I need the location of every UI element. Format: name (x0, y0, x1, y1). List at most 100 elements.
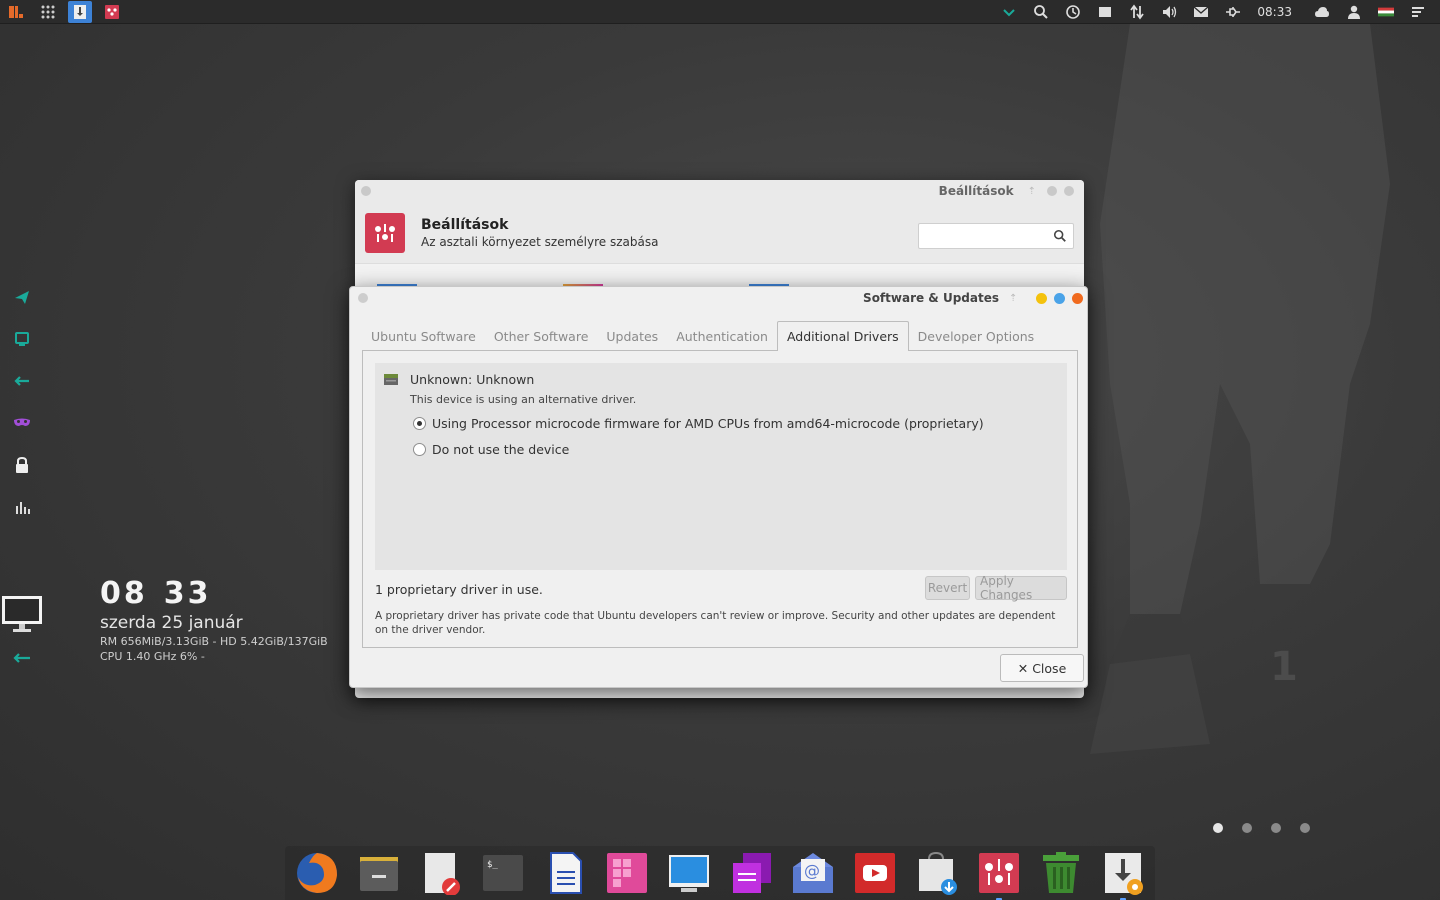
history-icon[interactable] (1061, 1, 1085, 23)
software-updater-task-icon[interactable] (68, 0, 92, 23)
radio-checked[interactable] (413, 417, 426, 430)
mask-icon[interactable] (6, 402, 38, 444)
workspace-4[interactable] (1300, 823, 1310, 833)
files-icon[interactable] (357, 851, 401, 895)
notes-icon[interactable] (729, 851, 773, 895)
conky-cpu: CPU 1.40 GHz 6% - (100, 650, 205, 663)
panel-clock[interactable]: 08:33 (1257, 5, 1292, 19)
terminal-icon[interactable]: $_ (481, 851, 525, 895)
mail-icon[interactable] (1189, 1, 1213, 23)
chip-icon (384, 374, 398, 385)
software-updates-window: Software & Updates ⇡ Ubuntu Software Oth… (349, 286, 1088, 688)
additional-drivers-panel: Unknown: Unknown This device is using an… (362, 350, 1078, 648)
screen-icon[interactable] (6, 318, 38, 360)
airplane-mode-icon[interactable] (6, 276, 38, 318)
settings-task-icon[interactable] (100, 1, 124, 23)
tab-ubuntu-software[interactable]: Ubuntu Software (362, 321, 485, 351)
maximize-icon[interactable] (1064, 186, 1074, 196)
cloud-icon[interactable] (1310, 1, 1334, 23)
close-icon: ✕ (1017, 660, 1029, 676)
top-panel: 08:33 (0, 0, 1440, 24)
wallpaper-figure: 1 (1070, 24, 1430, 804)
tab-developer-options[interactable]: Developer Options (909, 321, 1044, 351)
tab-other-software[interactable]: Other Software (485, 321, 598, 351)
driver-option-do-not-use[interactable]: Do not use the device (413, 442, 569, 457)
conky-widget: 08 33 szerda 25 január RM 656MiB/3.13GiB… (100, 576, 328, 663)
workspace-1[interactable] (1213, 823, 1223, 833)
pin-icon[interactable]: ⇡ (1028, 186, 1036, 197)
svg-text:1: 1 (1270, 644, 1298, 690)
stats-icon[interactable] (6, 486, 38, 528)
monitor-icon[interactable] (0, 594, 44, 634)
firefox-icon[interactable] (295, 851, 339, 895)
text-editor-icon[interactable] (419, 851, 463, 895)
conky-minutes: 33 (163, 576, 212, 611)
back-arrow-icon[interactable] (12, 648, 32, 668)
conky-time: 08 33 (100, 576, 328, 611)
driver-list: Unknown: Unknown This device is using an… (375, 363, 1067, 570)
software-updates-title: Software & Updates (863, 291, 999, 305)
settings-search-input[interactable] (918, 222, 1074, 249)
keyboard-layout-flag-icon[interactable] (1374, 1, 1398, 23)
window-menu-icon[interactable] (358, 293, 368, 303)
settings-titlebar[interactable]: Beállítások ⇡ (355, 180, 1084, 202)
store-icon[interactable] (915, 851, 959, 895)
settings-header: Beállítások Az asztali környezet személy… (355, 202, 1084, 264)
svg-text:@: @ (804, 861, 820, 880)
app-grid-icon[interactable] (36, 1, 60, 23)
tab-additional-drivers[interactable]: Additional Drivers (776, 321, 909, 351)
device-row: Unknown: Unknown (383, 371, 534, 387)
driver-option-label: Using Processor microcode firmware for A… (432, 416, 984, 431)
tab-bar: Ubuntu Software Other Software Updates A… (362, 321, 1043, 351)
minimize-icon[interactable] (1047, 186, 1057, 196)
driver-status: 1 proprietary driver in use. (375, 582, 543, 597)
close-button-label: Close (1032, 660, 1067, 676)
pin-icon[interactable]: ⇡ (1009, 293, 1019, 304)
tab-authentication[interactable]: Authentication (667, 321, 777, 351)
apply-changes-button[interactable]: Apply Changes (975, 574, 1067, 602)
driver-option-label: Do not use the device (432, 442, 570, 457)
back-arrow-icon[interactable] (6, 360, 38, 402)
writer-icon[interactable] (543, 851, 587, 895)
conky-hours: 08 (100, 576, 148, 611)
network-transfer-icon[interactable] (1125, 1, 1149, 23)
mail-icon[interactable]: @ (791, 851, 835, 895)
settings-icon[interactable] (977, 851, 1021, 900)
device-note: This device is using an alternative driv… (410, 393, 637, 406)
bottom-dock: $_ @ (285, 846, 1155, 900)
software-updates-titlebar[interactable]: Software & Updates ⇡ (350, 287, 1087, 309)
device-name: Unknown: Unknown (410, 371, 535, 387)
settings-titlebar-text: Beállítások (938, 184, 1014, 198)
left-launcher (6, 276, 38, 528)
radio-unchecked[interactable] (413, 443, 426, 456)
maximize-button[interactable] (1054, 292, 1065, 304)
display-icon[interactable] (667, 851, 711, 895)
trash-icon[interactable] (1039, 851, 1083, 895)
search-icon[interactable] (1029, 1, 1053, 23)
minimize-button[interactable] (1036, 292, 1047, 304)
settings-title: Beállítások (421, 216, 509, 233)
power-plug-icon[interactable] (1221, 1, 1245, 23)
chevron-down-icon[interactable] (997, 1, 1021, 23)
tab-updates[interactable]: Updates (597, 321, 667, 351)
svg-text:$_: $_ (487, 860, 498, 870)
user-icon[interactable] (1342, 1, 1366, 23)
app-grid-icon[interactable] (605, 851, 649, 895)
workspace-icon[interactable] (1093, 1, 1117, 23)
revert-button[interactable]: Revert (925, 576, 970, 600)
software-updater-icon[interactable] (1101, 851, 1145, 900)
app-menu-icon[interactable] (4, 1, 28, 23)
driver-option-microcode[interactable]: Using Processor microcode firmware for A… (413, 416, 984, 431)
close-window-button[interactable] (1072, 292, 1083, 304)
conky-memory: RM 656MiB/3.13GiB - HD 5.42GiB/137GiB (100, 635, 328, 648)
workspace-3[interactable] (1271, 823, 1281, 833)
youtube-icon[interactable] (853, 851, 897, 895)
menu-icon[interactable] (1406, 1, 1430, 23)
lock-icon[interactable] (6, 444, 38, 486)
volume-icon[interactable] (1157, 1, 1181, 23)
conky-date: szerda 25 január (100, 613, 243, 633)
window-close-icon[interactable] (361, 186, 371, 196)
workspace-2[interactable] (1242, 823, 1252, 833)
workspace-switcher (1213, 823, 1310, 833)
close-button[interactable]: ✕ Close (1000, 654, 1084, 682)
